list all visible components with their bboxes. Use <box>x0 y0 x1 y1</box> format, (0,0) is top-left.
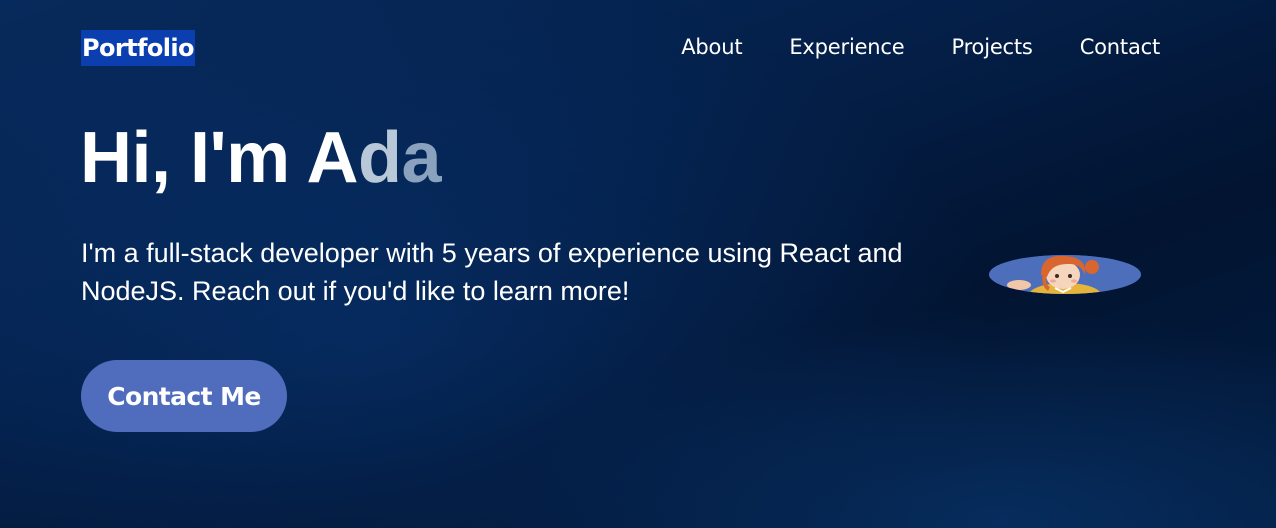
hero-description: I'm a full-stack developer with 5 years … <box>81 238 903 306</box>
nav-item-about: About <box>681 31 742 63</box>
nav-links: About Experience Projects Contact <box>634 31 1160 63</box>
avatar-illustration <box>989 255 1141 294</box>
contact-me-button[interactable]: Contact Me <box>81 360 287 432</box>
nav-item-experience: Experience <box>789 31 904 63</box>
nav-item-contact: Contact <box>1080 31 1161 63</box>
nav-link-experience[interactable]: Experience <box>789 35 904 59</box>
nav-link-about[interactable]: About <box>681 35 742 59</box>
hero-title-fade-d: d <box>357 118 402 198</box>
hero-title-main: Hi, I'm A <box>80 118 358 198</box>
nav-item-projects: Projects <box>951 31 1032 63</box>
navbar: Portfolio About Experience Projects Cont… <box>0 0 1276 96</box>
brand-logo-link[interactable]: Portfolio <box>81 30 195 66</box>
avatar-icon <box>989 255 1141 294</box>
hero-title: Hi, I'm Ada <box>80 114 442 202</box>
hero-title-fade-a: a <box>401 118 442 198</box>
nav-link-projects[interactable]: Projects <box>951 35 1032 59</box>
nav-link-contact[interactable]: Contact <box>1080 35 1161 59</box>
